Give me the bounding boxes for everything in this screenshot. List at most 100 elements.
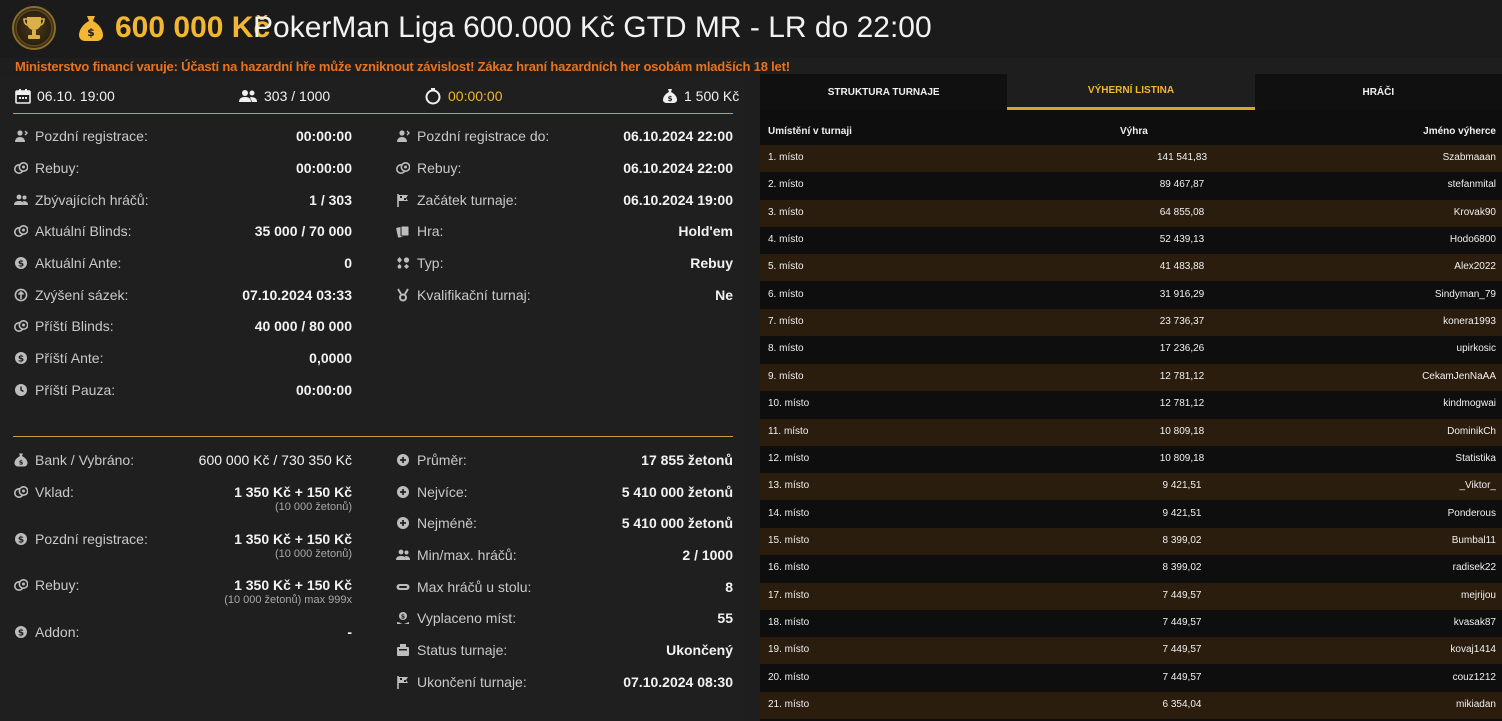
divider — [13, 436, 733, 437]
stopwatch-icon — [425, 88, 441, 105]
winner-cell: couz1212 — [1452, 671, 1496, 683]
table-row: 5. místo 41 483,88 Alex2022 — [760, 254, 1502, 282]
winner-cell: DominikCh — [1447, 425, 1496, 437]
info-value: 06.10.2024 22:00 — [623, 160, 733, 176]
place-cell: 14. místo — [768, 507, 810, 519]
table-row: 21. místo 6 354,04 mikiadan — [760, 692, 1502, 719]
payout-table-header: Umístění v turnaji Výhra Jméno výherce — [768, 126, 1496, 140]
prize-cell: 7 449,57 — [1162, 644, 1202, 656]
svg-text:$: $ — [18, 260, 24, 270]
info-label: Aktuální Ante: — [35, 255, 122, 271]
svg-text:$: $ — [87, 26, 95, 39]
chips-icon — [14, 225, 28, 237]
winner-cell: kvasak87 — [1453, 616, 1496, 628]
info-row: Rebuy: — [14, 159, 79, 177]
prize-cell: 41 483,88 — [1159, 261, 1205, 273]
info-label: Status turnaje: — [417, 642, 508, 658]
coin-icon: $ — [15, 626, 27, 639]
info-value: 06.10.2024 22:00 — [623, 128, 733, 144]
info-row: Nejvíce: — [396, 483, 468, 501]
info-row: Pozdní registrace do: — [396, 127, 549, 145]
place-cell: 17. místo — [768, 589, 810, 601]
info-value: 1 350 Kč + 150 Kč — [234, 484, 352, 500]
info-label: Začátek turnaje: — [417, 192, 518, 208]
info-value: 07.10.2024 03:33 — [242, 287, 352, 303]
place-cell: 13. místo — [768, 480, 810, 492]
info-value: 55 — [717, 610, 733, 626]
tab-bar: STRUKTURA TURNAJE VÝHERNÍ LISTINA HRÁČI — [760, 74, 1502, 110]
info-row: Průměr: — [396, 451, 467, 469]
info-row: Příští Pauza: — [14, 381, 115, 399]
info-value: 06.10.2024 19:00 — [623, 192, 733, 208]
place-cell: 18. místo — [768, 616, 810, 628]
info-row: Začátek turnaje: — [396, 191, 517, 209]
info-value: 00:00:00 — [295, 160, 352, 176]
winner-cell: Alex2022 — [1454, 261, 1496, 273]
info-row: Zbývajících hráčů: — [14, 191, 149, 209]
type-icon — [397, 257, 410, 269]
info-row: Nejméně: — [396, 514, 477, 532]
table-row: 10. místo 12 781,12 kindmogwai — [760, 391, 1502, 419]
svg-text:$: $ — [19, 459, 24, 467]
info-value: 40 000 / 80 000 — [254, 318, 352, 334]
tab-players[interactable]: HRÁČI — [1254, 74, 1502, 110]
moneybag-icon: $ — [663, 89, 677, 103]
place-cell: 21. místo — [768, 699, 810, 710]
tab-structure[interactable]: STRUKTURA TURNAJE — [760, 74, 1008, 110]
table-icon — [396, 584, 410, 590]
info-row: Zvýšení sázek: — [14, 286, 128, 304]
info-row: Typ: — [396, 254, 443, 272]
winner-cell: Statistika — [1455, 452, 1496, 464]
prize-cell: 89 467,87 — [1159, 179, 1205, 191]
prize-cell: 64 855,08 — [1159, 206, 1205, 218]
info-value: 00:00:00 — [295, 382, 352, 398]
start-date-value: 06.10. 19:00 — [37, 88, 115, 104]
place-cell: 7. místo — [768, 316, 804, 328]
moneybag-icon: $ — [79, 16, 103, 41]
info-label: Zbývajících hráčů: — [35, 192, 149, 208]
plus-circle-icon — [397, 517, 409, 529]
info-row: Hra: — [396, 222, 443, 240]
prize-cell: 12 781,12 — [1159, 398, 1205, 410]
info-value: - — [347, 624, 352, 640]
info-row: $ Příští Ante: — [14, 349, 103, 367]
info-row: Status turnaje: — [396, 641, 507, 659]
info-value: Ukončený — [666, 642, 733, 658]
info-label: Příští Pauza: — [35, 382, 116, 398]
winner-cell: mikiadan — [1455, 699, 1496, 710]
coin-icon: $ — [15, 257, 27, 270]
column-header-winner: Jméno výherce — [1423, 126, 1496, 137]
winner-cell: Hodo6800 — [1449, 234, 1496, 246]
winner-cell: Krovak90 — [1453, 206, 1496, 218]
table-row: 9. místo 12 781,12 CekamJenNaAA — [760, 363, 1502, 391]
chips-icon — [14, 486, 28, 498]
info-label: Vyplaceno míst: — [417, 610, 517, 626]
place-cell: 19. místo — [768, 644, 810, 656]
tab-payouts[interactable]: VÝHERNÍ LISTINA — [1007, 74, 1255, 110]
info-label: Vklad: — [35, 484, 74, 500]
info-row: $ Bank / Vybráno: — [14, 451, 134, 469]
place-cell: 15. místo — [768, 534, 810, 546]
prize-cell: 9 421,51 — [1162, 507, 1202, 519]
prize-cell: 141 541,83 — [1156, 152, 1208, 163]
info-row: Pozdní registrace: — [14, 127, 148, 145]
players-stat: 303 / 1000 — [238, 86, 330, 106]
prize-cell: 23 736,37 — [1159, 316, 1205, 328]
users-icon — [396, 549, 410, 560]
info-value: 00:00:00 — [295, 128, 352, 144]
timer-value: 00:00:00 — [448, 88, 503, 104]
winner-cell: mejrijou — [1460, 589, 1496, 601]
place-cell: 2. místo — [768, 179, 804, 191]
info-value: Ne — [715, 287, 733, 303]
svg-text:$: $ — [18, 355, 24, 365]
info-label: Rebuy: — [35, 577, 80, 593]
table-row: 6. místo 31 916,29 Sindyman_79 — [760, 281, 1502, 309]
table-row: 1. místo 141 541,83 Szabmaaan — [760, 145, 1502, 172]
buyin-value: 1 500 Kč — [684, 88, 740, 104]
winner-cell: Ponderous — [1447, 507, 1496, 519]
header: $ 600 000 Kč PokerMan Liga 600.000 Kč GT… — [0, 0, 1502, 58]
info-value: 0 — [344, 255, 352, 271]
info-value: 0,0000 — [309, 350, 352, 366]
place-cell: 8. místo — [768, 343, 804, 355]
winner-cell: CekamJenNaAA — [1422, 370, 1496, 382]
